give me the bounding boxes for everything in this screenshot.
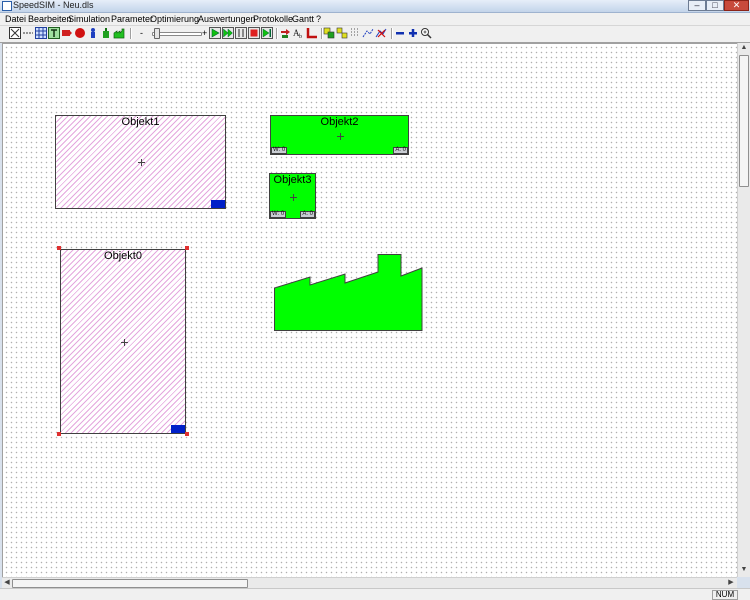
window-title: SpeedSIM - Neu.dls — [13, 0, 94, 10]
horizontal-scroll-thumb[interactable] — [12, 579, 248, 588]
worker-tool-icon[interactable] — [87, 27, 99, 39]
slider-minus-label: - — [140, 28, 143, 38]
play-icon[interactable] — [209, 27, 221, 39]
status-bar: NUM — [0, 588, 750, 600]
menu-bar: Datei Bearbeiten Simulation Parameter Op… — [0, 13, 750, 26]
object-label: Objekt1 — [121, 116, 160, 128]
move-object-icon[interactable] — [280, 27, 292, 39]
toolbar-separator — [391, 28, 393, 39]
selection-handle[interactable] — [57, 246, 61, 250]
slider-thumb[interactable] — [154, 28, 160, 39]
grid-tool-icon[interactable] — [35, 27, 47, 39]
stop-icon[interactable] — [248, 27, 260, 39]
menu-help[interactable]: ? — [316, 13, 321, 25]
model-canvas[interactable]: Objekt1 Objekt2 W: 0 A: 0 Objekt3 W: 0 A… — [2, 43, 737, 578]
sink-tool-icon[interactable] — [74, 27, 86, 39]
speed-slider[interactable] — [150, 27, 202, 39]
snap-grid-icon[interactable] — [349, 27, 361, 39]
connector-tool-icon[interactable] — [22, 27, 34, 39]
center-crosshair-icon — [121, 339, 128, 346]
scroll-down-icon[interactable]: ▼ — [739, 565, 749, 575]
minimize-button[interactable]: – — [688, 0, 706, 11]
bottle-tool-icon[interactable] — [100, 27, 112, 39]
scroll-right-icon[interactable]: ▶ — [726, 578, 736, 588]
step-icon[interactable] — [261, 27, 273, 39]
text-tool-icon[interactable] — [48, 27, 60, 39]
factory-icon[interactable] — [273, 253, 425, 333]
horizontal-scrollbar[interactable]: ◀ ▶ — [2, 577, 737, 588]
menu-parameter[interactable]: Parameter — [111, 13, 153, 25]
vertical-scroll-thumb[interactable] — [739, 55, 749, 187]
scroll-up-icon[interactable]: ▲ — [739, 43, 749, 53]
ungroup-icon[interactable] — [336, 27, 348, 39]
pause-icon[interactable] — [235, 27, 247, 39]
object-label: Objekt0 — [104, 250, 142, 262]
menu-gantt[interactable]: Gantt — [292, 13, 314, 25]
select-tool-icon[interactable] — [9, 27, 21, 39]
object-objekt2[interactable]: Objekt2 W: 0 A: 0 — [270, 115, 409, 155]
factory-tool-icon[interactable] — [113, 27, 125, 39]
fast-forward-icon[interactable] — [222, 27, 234, 39]
num-lock-indicator: NUM — [712, 590, 738, 600]
app-icon — [2, 1, 12, 11]
output-port-badge: A: 0 — [393, 147, 408, 154]
menu-auswertungen[interactable]: Auswertungen — [198, 13, 256, 25]
object-objekt3[interactable]: Objekt3 W: 0 A: 0 — [269, 173, 316, 219]
title-bar: SpeedSIM - Neu.dls – □ ✕ — [0, 0, 750, 13]
selection-handle[interactable] — [185, 432, 189, 436]
zoom-fit-icon[interactable] — [420, 27, 432, 39]
menu-simulation[interactable]: Simulation — [68, 13, 110, 25]
object-status-tab — [211, 200, 225, 208]
menu-protokolle[interactable]: Protokolle — [253, 13, 293, 25]
source-tool-icon[interactable] — [61, 27, 73, 39]
corner-icon[interactable] — [306, 27, 318, 39]
selection-handle[interactable] — [57, 432, 61, 436]
group-icon[interactable] — [323, 27, 335, 39]
svg-text:b: b — [299, 34, 302, 39]
object-label: Objekt3 — [273, 174, 312, 186]
input-port-badge: W: 0 — [271, 147, 288, 154]
toolbar: - + Ab — [0, 26, 750, 43]
delete-route-icon[interactable] — [375, 27, 387, 39]
maximize-button[interactable]: □ — [706, 0, 724, 11]
menu-datei[interactable]: Datei — [5, 13, 26, 25]
output-port-badge: A: 0 — [300, 211, 315, 218]
center-crosshair-icon — [138, 159, 145, 166]
vertical-scrollbar[interactable]: ▲ ▼ — [737, 43, 750, 577]
scroll-left-icon[interactable]: ◀ — [2, 578, 12, 588]
toolbar-separator — [130, 28, 132, 39]
route-icon[interactable] — [362, 27, 374, 39]
object-objekt0[interactable]: Objekt0 — [60, 249, 186, 434]
object-objekt1[interactable]: Objekt1 — [55, 115, 226, 209]
object-status-tab — [171, 425, 185, 433]
center-crosshair-icon — [337, 133, 344, 140]
object-label: Objekt2 — [320, 116, 359, 128]
slider-plus-label: + — [202, 28, 208, 38]
zoom-in-icon[interactable] — [407, 27, 419, 39]
selection-handle[interactable] — [185, 246, 189, 250]
menu-bearbeiten[interactable]: Bearbeiten — [28, 13, 72, 25]
input-port-badge: W: 0 — [270, 211, 287, 218]
center-crosshair-icon — [290, 194, 297, 201]
font-icon[interactable]: Ab — [293, 27, 305, 39]
zoom-out-icon[interactable] — [394, 27, 406, 39]
close-button[interactable]: ✕ — [724, 0, 749, 11]
menu-optimierung[interactable]: Optimierung — [150, 13, 199, 25]
toolbar-separator — [276, 28, 278, 39]
